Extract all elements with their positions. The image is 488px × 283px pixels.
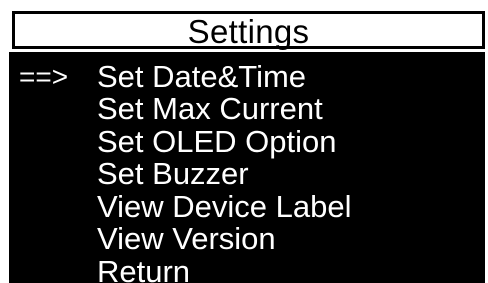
oled-display: Settings ==> Set Date&Time Set Max Curre… — [0, 0, 488, 283]
menu-item-label: Set OLED Option — [97, 124, 337, 159]
menu-item-label: Set Date&Time — [97, 59, 307, 94]
settings-menu: ==> Set Date&Time Set Max Current Set OL… — [9, 52, 485, 283]
selection-cursor-arrow-icon: ==> — [19, 61, 69, 92]
menu-item-set-max-current[interactable]: Set Max Current — [9, 92, 485, 125]
menu-item-view-version[interactable]: View Version — [9, 222, 485, 255]
menu-item-set-buzzer[interactable]: Set Buzzer — [9, 157, 485, 190]
menu-item-return[interactable]: Return — [9, 255, 485, 283]
menu-item-label: Set Buzzer — [97, 156, 249, 191]
page-title: Settings — [187, 13, 310, 50]
menu-item-label: View Device Label — [97, 189, 352, 224]
menu-item-view-device-label[interactable]: View Device Label — [9, 190, 485, 223]
menu-item-set-date-time[interactable]: ==> Set Date&Time — [9, 60, 485, 93]
menu-item-set-oled-option[interactable]: Set OLED Option — [9, 125, 485, 158]
menu-item-label: Return — [97, 254, 191, 283]
menu-item-label: Set Max Current — [97, 91, 323, 126]
menu-item-label: View Version — [97, 221, 276, 256]
title-bar: Settings — [12, 11, 485, 49]
